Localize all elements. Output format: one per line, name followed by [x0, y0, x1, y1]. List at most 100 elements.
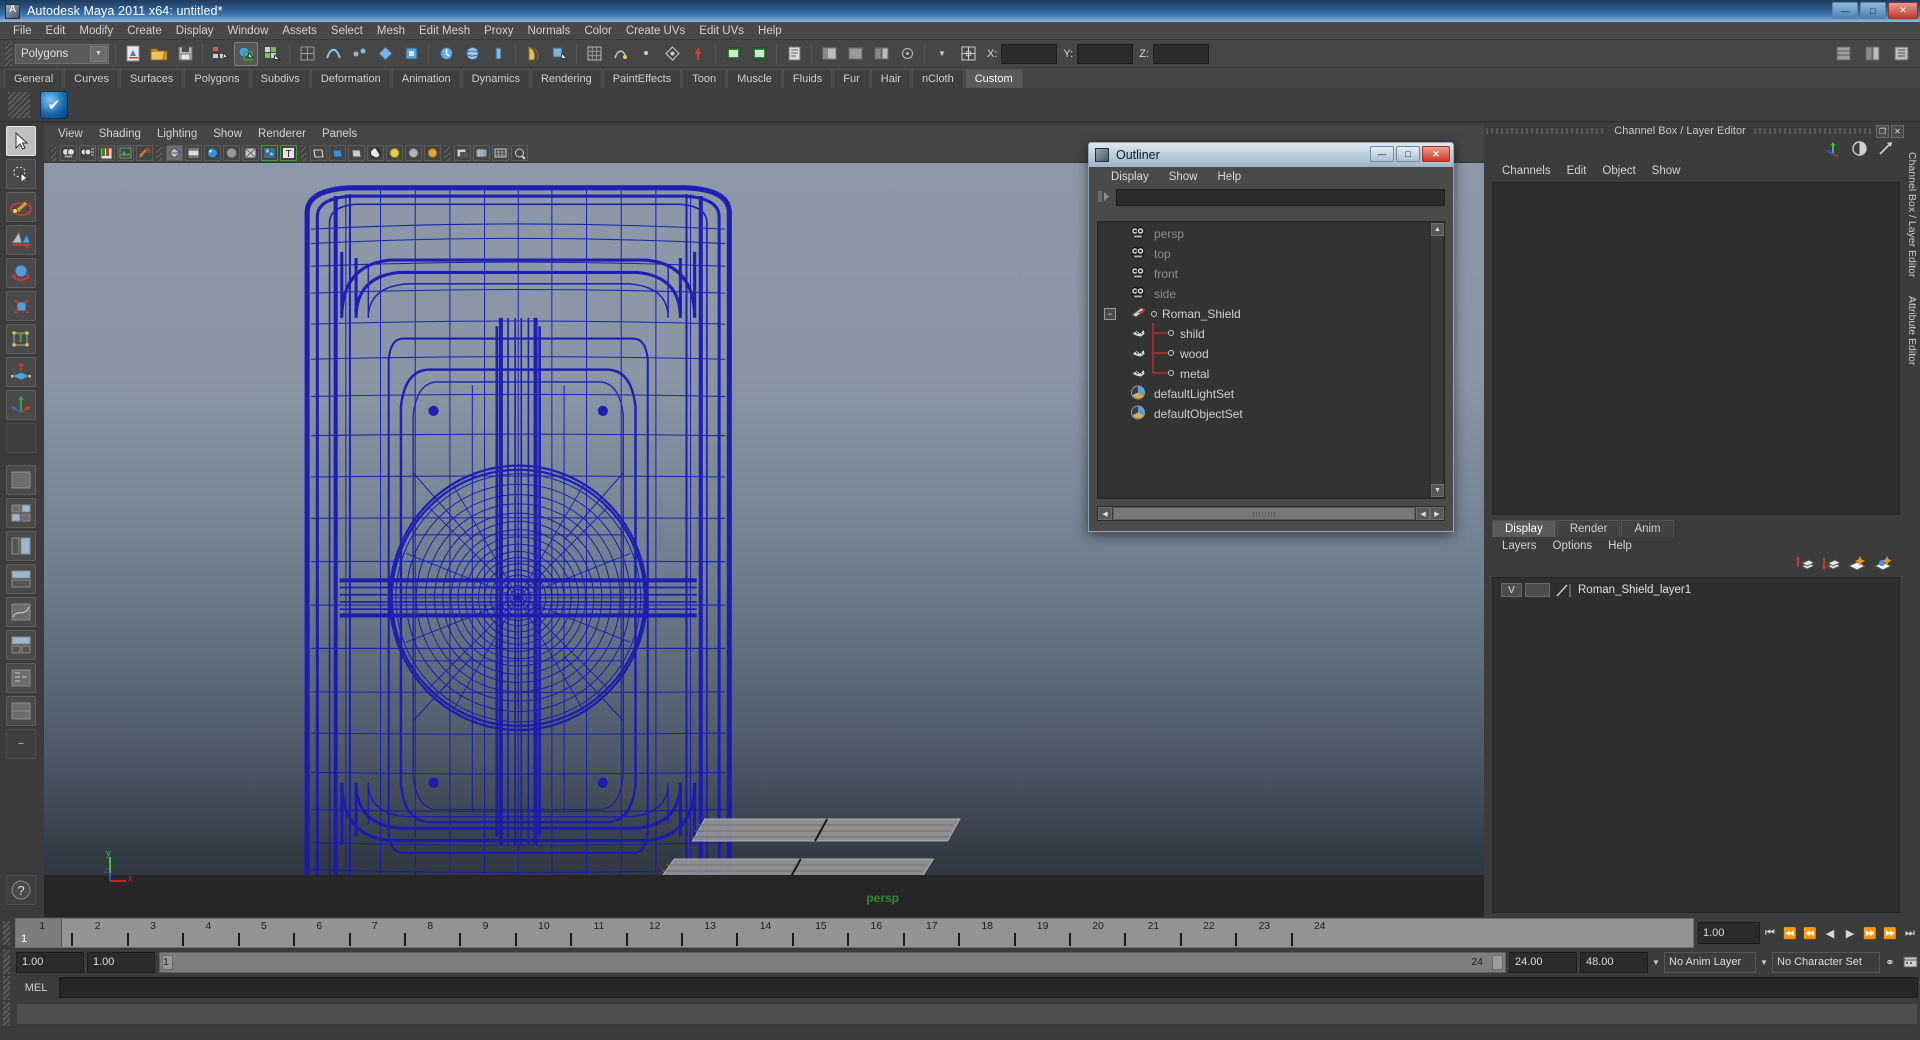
- image-plane-icon[interactable]: [117, 144, 134, 161]
- select-by-hierarchy-icon[interactable]: [208, 42, 232, 66]
- chevron-down-icon[interactable]: ▼: [1756, 952, 1772, 973]
- outliner-hscroll-track[interactable]: [1113, 507, 1415, 520]
- outliner-search-input[interactable]: [1116, 188, 1445, 206]
- viewport-menu-lighting[interactable]: Lighting: [149, 128, 205, 140]
- menu-item-edit[interactable]: Edit: [39, 24, 73, 38]
- shelf-tab-surfaces[interactable]: Surfaces: [119, 69, 184, 88]
- use-selected-lights-icon[interactable]: [424, 144, 441, 161]
- shelf-tab-hair[interactable]: Hair: [870, 69, 911, 88]
- shelf-tab-dynamics[interactable]: Dynamics: [461, 69, 530, 88]
- anim-start-field[interactable]: 1.00: [87, 951, 155, 973]
- universal-manipulator-tool[interactable]: [6, 324, 36, 354]
- menu-item-assets[interactable]: Assets: [275, 24, 324, 38]
- last-tool-used[interactable]: [6, 423, 36, 453]
- point-snap-icon[interactable]: [634, 42, 658, 66]
- shelf-tab-fluids[interactable]: Fluids: [782, 69, 833, 88]
- viewport-20-icon[interactable]: [367, 144, 384, 161]
- save-scene-icon[interactable]: [173, 42, 197, 66]
- outliner-minimize-button[interactable]: —: [1370, 146, 1394, 162]
- layer-editor-menu-layers[interactable]: Layers: [1494, 540, 1545, 552]
- camera-attributes-icon[interactable]: [79, 144, 96, 161]
- new-layer-icon[interactable]: [1847, 555, 1867, 576]
- menu-item-display[interactable]: Display: [169, 24, 221, 38]
- quick-layout-graph-editor-icon[interactable]: [6, 597, 36, 627]
- quick-layout-four-icon[interactable]: [6, 498, 36, 528]
- step-forward-frame-icon[interactable]: ⏩: [1860, 922, 1880, 944]
- outliner-window[interactable]: Outliner — □ ✕ Display Show Help persp top f…: [1088, 142, 1454, 532]
- select-camera-icon[interactable]: [60, 144, 77, 161]
- isolate-select-icon[interactable]: [511, 144, 528, 161]
- help-line-gripper[interactable]: [3, 1002, 10, 1026]
- layer-editor-tab-display[interactable]: Display: [1492, 519, 1556, 537]
- anim-end-field[interactable]: 24.00: [1509, 951, 1577, 973]
- curve-point-icon[interactable]: [608, 42, 632, 66]
- outliner-item-shild[interactable]: shild: [1098, 323, 1444, 344]
- outliner-item-roman_shield[interactable]: − Roman_Shield: [1098, 304, 1444, 324]
- step-forward-key-icon[interactable]: ⏩: [1880, 922, 1900, 944]
- play-forwards-icon[interactable]: ▶: [1840, 922, 1860, 944]
- outliner-maximize-button[interactable]: □: [1396, 146, 1420, 162]
- command-line-gripper[interactable]: [3, 975, 10, 1000]
- side-strip-attribute-editor[interactable]: Attribute Editor: [1906, 296, 1918, 365]
- xray-mode-icon[interactable]: [310, 144, 327, 161]
- viewport-toolbar-gripper[interactable]: [51, 144, 56, 161]
- render-settings-icon[interactable]: [747, 42, 771, 66]
- menu-item-normals[interactable]: Normals: [521, 24, 578, 38]
- playback-range-bar[interactable]: 1 24: [159, 951, 1506, 973]
- move-tool[interactable]: [6, 258, 36, 288]
- layer-name[interactable]: Roman_Shield_layer1: [1578, 584, 1691, 596]
- menu-item-edit-uvs[interactable]: Edit UVs: [692, 24, 751, 38]
- channel-box-menu-object[interactable]: Object: [1594, 165, 1643, 177]
- channel-box-menu-channels[interactable]: Channels: [1494, 165, 1559, 177]
- texture-display-icon[interactable]: [261, 144, 278, 161]
- menu-item-file[interactable]: File: [6, 24, 39, 38]
- layer-color-swatch[interactable]: [1554, 583, 1574, 597]
- auto-keyframe-icon[interactable]: ⚭: [1880, 951, 1900, 973]
- paint-select-tool[interactable]: [6, 192, 36, 222]
- menu-item-help[interactable]: Help: [751, 24, 789, 38]
- toggle-panel-icon[interactable]: [817, 42, 841, 66]
- shelf-tab-subdivs[interactable]: Subdivs: [250, 69, 310, 88]
- layer-visibility-toggle[interactable]: V: [1501, 583, 1522, 597]
- outliner-item-defaultlightset[interactable]: defaultLightSet: [1098, 384, 1444, 404]
- channel-box-content[interactable]: [1492, 182, 1900, 515]
- quick-layout-relationship-icon[interactable]: [6, 663, 36, 693]
- render-current-frame-icon[interactable]: [521, 42, 545, 66]
- render-globals-icon[interactable]: [460, 42, 484, 66]
- scroll-right-icon[interactable]: ◀: [1416, 507, 1430, 520]
- snap-to-live-icon[interactable]: [399, 42, 423, 66]
- chevron-down-icon[interactable]: ▼: [90, 45, 107, 62]
- menu-item-window[interactable]: Window: [220, 24, 275, 38]
- check-blue-shelf-icon[interactable]: ✔: [40, 90, 68, 119]
- close-button[interactable]: ✕: [1888, 2, 1918, 19]
- shelf-tab-painteffects[interactable]: PaintEffects: [602, 69, 682, 88]
- shelf-tab-animation[interactable]: Animation: [391, 69, 461, 88]
- show-manipulator-tool[interactable]: [6, 390, 36, 420]
- outliner-item-persp[interactable]: persp: [1098, 224, 1444, 244]
- range-right-handle[interactable]: [1492, 954, 1503, 970]
- shaded-wireframe-icon[interactable]: [242, 144, 259, 161]
- time-slider-gripper[interactable]: [3, 921, 10, 945]
- command-input[interactable]: [59, 977, 1918, 998]
- shelf-tab-deformation[interactable]: Deformation: [310, 69, 391, 88]
- toggle-sidebar-icon[interactable]: [843, 42, 867, 66]
- outliner-item-metal[interactable]: metal: [1098, 363, 1444, 384]
- two-d-pan-zoom-icon[interactable]: [136, 144, 153, 161]
- lasso-select-tool[interactable]: [6, 159, 36, 189]
- outliner-vertical-scrollbar[interactable]: ▲ ▼: [1430, 223, 1444, 497]
- time-slider[interactable]: 1 1 2 3 4 5 6 7 8 9 10 11 12 13 14 15 16 17 18 19 20 21 22 23 2…: [15, 918, 1694, 948]
- outliner-expand-toggle[interactable]: −: [1104, 308, 1116, 320]
- outliner-item-top[interactable]: top: [1098, 244, 1444, 264]
- menu-item-proxy[interactable]: Proxy: [477, 24, 520, 38]
- quick-layout-persp-outliner-icon[interactable]: [6, 531, 36, 561]
- command-language-label[interactable]: MEL: [13, 982, 59, 994]
- select-by-object-type-icon[interactable]: [234, 41, 258, 66]
- layer-editor-icon[interactable]: [1877, 140, 1894, 162]
- layer-playback-toggle[interactable]: [1525, 583, 1550, 597]
- object-details-icon[interactable]: [895, 42, 919, 66]
- shelf-tab-muscle[interactable]: Muscle: [727, 69, 782, 88]
- snap-to-curve-icon[interactable]: [321, 42, 345, 66]
- flat-shade-icon[interactable]: [223, 144, 240, 161]
- new-scene-icon[interactable]: [121, 42, 145, 66]
- transform-center-icon[interactable]: [956, 42, 980, 66]
